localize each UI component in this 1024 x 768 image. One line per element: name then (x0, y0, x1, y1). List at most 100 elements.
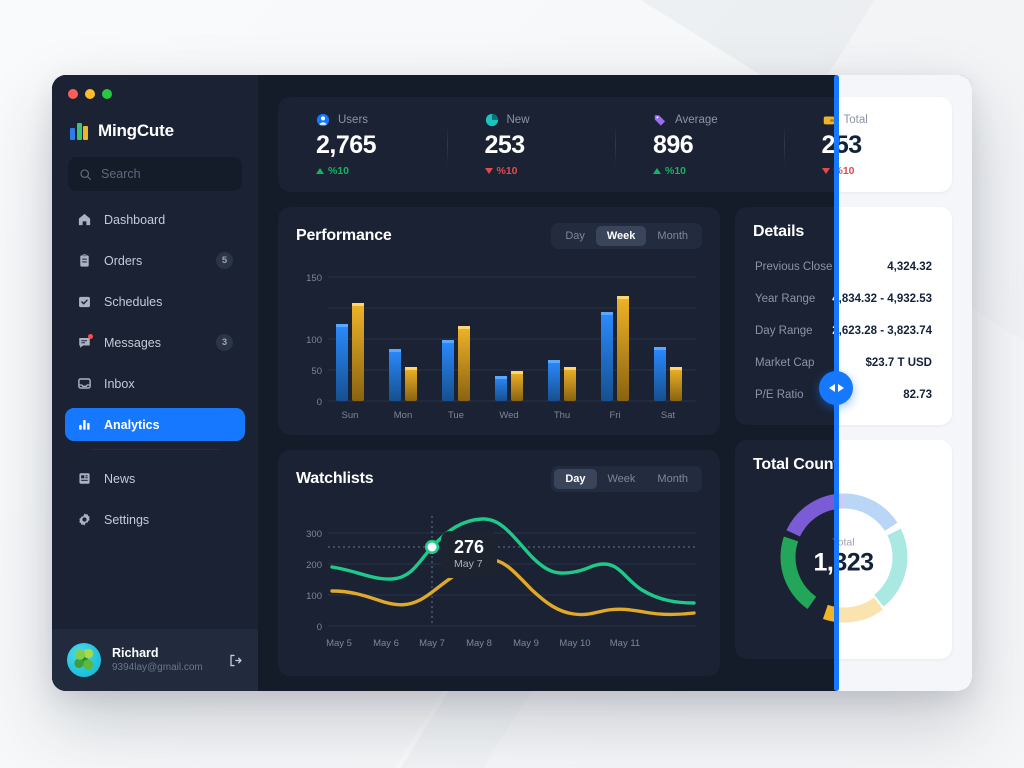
divider (90, 449, 220, 450)
range-week[interactable]: Week (597, 469, 647, 489)
stat-delta: %10 (484, 164, 616, 177)
watchlists-tooltip: 276 May 7 (441, 531, 498, 578)
svg-text:Sun: Sun (342, 410, 359, 421)
tooltip-value: 276 (454, 537, 485, 557)
tooltip-date: May 7 (454, 557, 483, 570)
svg-text:200: 200 (306, 560, 322, 571)
notification-dot-icon (88, 334, 93, 339)
sidebar-nav: Dashboard Orders 5 Schedules Messages 3 (52, 203, 258, 544)
stat-label: New (506, 113, 530, 126)
stat-value: 253 (821, 130, 862, 159)
svg-text:May 6: May 6 (373, 638, 399, 649)
search-icon (80, 168, 91, 180)
logo-icon (70, 122, 89, 140)
svg-text:150: 150 (306, 273, 322, 284)
chevron-left-icon (828, 384, 835, 392)
performance-range-toggle: Day Week Month (551, 223, 702, 249)
sidebar-item-label: Orders (104, 253, 143, 268)
details-value: 2,623.28 - 3,823.74 (832, 325, 932, 337)
stat-delta: %10 (316, 165, 447, 177)
svg-text:0: 0 (317, 622, 322, 633)
sidebar-item-label: Dashboard (104, 212, 166, 227)
sidebar-item-inbox[interactable]: Inbox (65, 367, 245, 400)
total-count-title: Total Count (753, 456, 839, 473)
logout-icon[interactable] (228, 653, 243, 668)
watchlists-line-chart: 300 200 100 0 May 5 May 6 May 7 May 8 May 9 May… (306, 516, 696, 649)
svg-text:May 10: May 10 (559, 638, 590, 649)
chevron-right-icon (837, 384, 844, 392)
details-value: $23.7 T USD (865, 357, 932, 369)
home-icon (77, 212, 92, 227)
sidebar-item-orders[interactable]: Orders 5 (65, 244, 245, 277)
sidebar-item-label: Schedules (104, 294, 163, 309)
svg-text:Wed: Wed (499, 410, 518, 421)
details-key: Market Cap (755, 357, 815, 369)
svg-text:0: 0 (317, 397, 322, 408)
window-traffic-lights (52, 75, 258, 99)
stat-delta: %10 (653, 165, 784, 177)
svg-text:Mon: Mon (394, 410, 412, 421)
user-profile[interactable]: Richard 9394lay@gmail.com (52, 629, 258, 691)
details-key: Year Range (755, 293, 816, 305)
svg-text:May 11: May 11 (610, 638, 640, 649)
range-day[interactable]: Day (554, 469, 597, 489)
clipboard-icon (77, 253, 92, 268)
profile-name: Richard (112, 645, 159, 660)
watchlists-title: Watchlists (296, 470, 374, 487)
svg-text:Sat: Sat (661, 410, 676, 421)
pie-icon (485, 113, 498, 126)
details-key: Day Range (755, 325, 813, 337)
avatar (67, 643, 101, 677)
stat-value: 896 (653, 130, 694, 159)
gear-icon (77, 512, 92, 527)
svg-text:May 5: May 5 (326, 638, 352, 649)
range-month[interactable]: Month (646, 226, 699, 246)
news-icon (77, 471, 92, 486)
sidebar-item-dashboard[interactable]: Dashboard (65, 203, 245, 236)
watchlists-range-toggle: Day Week Month (551, 466, 702, 492)
user-icon (316, 113, 330, 126)
chat-icon (77, 334, 93, 350)
sidebar-item-label: News (104, 471, 136, 486)
sidebar-item-label: Analytics (104, 417, 160, 432)
calendar-check-icon (77, 294, 92, 309)
search-input[interactable]: Search (68, 157, 242, 191)
stat-new: New 253 %10 (446, 113, 616, 177)
svg-text:Tue: Tue (448, 410, 464, 421)
sidebar: MingCute Search Dashboard Orders 5 Sched… (52, 75, 258, 691)
sidebar-item-settings[interactable]: Settings (65, 503, 245, 536)
sidebar-item-schedules[interactable]: Schedules (65, 285, 245, 318)
brand: MingCute (52, 99, 258, 141)
minimize-icon[interactable] (85, 89, 95, 99)
bar-chart-icon (77, 417, 92, 432)
performance-bar-chart: 150100500 Sun Mon Tue Wed Thu Fri Sat (306, 273, 696, 421)
profile-email: 9394lay@gmail.com (112, 661, 203, 673)
svg-text:Thu: Thu (554, 410, 570, 421)
range-month[interactable]: Month (646, 469, 699, 489)
tag-icon (654, 114, 666, 126)
performance-title: Performance (296, 227, 392, 244)
details-key: P/E Ratio (755, 389, 804, 401)
svg-text:Fri: Fri (609, 410, 620, 421)
range-week[interactable]: Week (595, 226, 647, 246)
details-key: Previous Close (755, 261, 833, 273)
theme-compare-handle[interactable] (819, 371, 853, 405)
range-day[interactable]: Day (554, 226, 596, 246)
details-value: 82.73 (903, 389, 932, 401)
sidebar-item-messages[interactable]: Messages 3 (65, 326, 245, 359)
stat-delta-text: %10 (496, 164, 518, 177)
svg-text:100: 100 (306, 335, 322, 346)
performance-card: Performance Day Week Month 150 100 50 0 … (278, 207, 720, 435)
stat-delta-text: %10 (328, 164, 350, 177)
maximize-icon[interactable] (102, 89, 112, 99)
close-icon[interactable] (68, 89, 78, 99)
sidebar-badge: 5 (216, 252, 233, 269)
sidebar-badge: 3 (216, 334, 233, 351)
sidebar-item-analytics[interactable]: Analytics (65, 408, 245, 441)
svg-text:May 7: May 7 (419, 638, 445, 649)
stat-label: Users (338, 113, 369, 126)
sidebar-item-label: Inbox (104, 376, 135, 391)
stat-delta: %10 (836, 165, 952, 177)
details-title: Details (753, 223, 805, 240)
sidebar-item-news[interactable]: News (65, 462, 245, 495)
